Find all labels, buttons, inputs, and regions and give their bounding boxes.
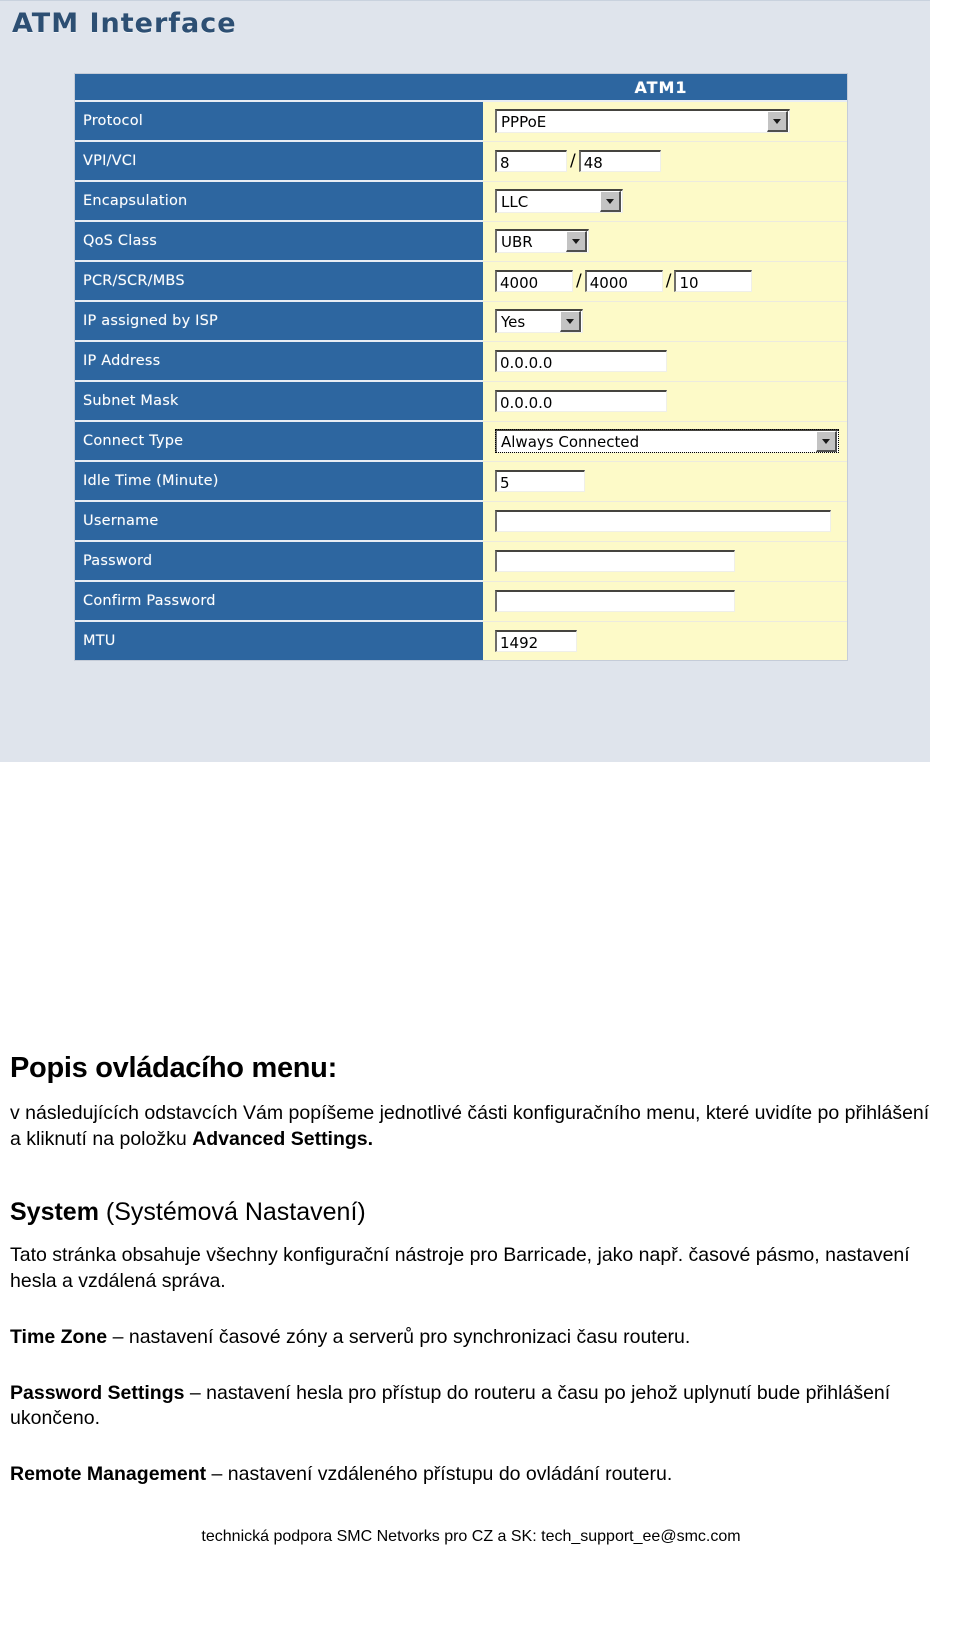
- row-label-protocol: Protocol: [75, 101, 483, 142]
- ip-address-input[interactable]: 0.0.0.0: [495, 350, 667, 372]
- confirm-password-input[interactable]: [495, 590, 735, 612]
- row-label-pcr-scr-mbs: PCR/SCR/MBS: [75, 261, 483, 302]
- table-row: Encapsulation LLC: [75, 181, 847, 222]
- slash-separator: /: [576, 271, 582, 291]
- row-value-qos-class: UBR: [483, 221, 847, 262]
- table-row: Connect Type Always Connected: [75, 421, 847, 462]
- atm-interface-table: ATM1 Protocol PPPoE VPI/VCI 8 / 48 Encap…: [75, 74, 847, 660]
- table-row: QoS Class UBR: [75, 221, 847, 262]
- table-row: IP assigned by ISP Yes: [75, 301, 847, 342]
- section-heading-term: System: [10, 1198, 99, 1227]
- row-value-idle-time: 5: [483, 461, 847, 502]
- ip-assigned-by-isp-select[interactable]: Yes: [495, 309, 583, 333]
- intro-bold-advanced-settings: Advanced Settings.: [192, 1127, 374, 1150]
- intro-text: v následujících odstavcích Vám popíšeme …: [10, 1102, 930, 1150]
- section-heading-system: System (Systémová Nastavení): [10, 1198, 932, 1227]
- column-header-atm1: ATM1: [483, 74, 847, 102]
- term-remote-management: Remote Management: [10, 1463, 207, 1486]
- connect-type-select-value: Always Connected: [501, 432, 640, 451]
- row-label-ip-address: IP Address: [75, 341, 483, 382]
- encapsulation-select-value: LLC: [501, 192, 529, 211]
- row-label-username: Username: [75, 501, 483, 542]
- row-label-mtu: MTU: [75, 621, 483, 660]
- table-row: Confirm Password: [75, 581, 847, 622]
- pcr-scr-mbs-group: 4000 / 4000 / 10: [495, 270, 839, 292]
- row-value-protocol: PPPoE: [483, 101, 847, 142]
- connect-type-select[interactable]: Always Connected: [495, 429, 839, 453]
- page-title: ATM Interface: [12, 8, 237, 39]
- vpi-vci-group: 8 / 48: [495, 150, 839, 172]
- term-time-zone: Time Zone: [10, 1325, 108, 1348]
- subnet-mask-input[interactable]: 0.0.0.0: [495, 390, 667, 412]
- qos-class-select[interactable]: UBR: [495, 229, 589, 253]
- desc-time-zone: – nastavení časové zóny a serverů pro sy…: [107, 1325, 691, 1348]
- table-row: Subnet Mask 0.0.0.0: [75, 381, 847, 422]
- list-item: Password Settings – nastavení hesla pro …: [10, 1381, 932, 1432]
- list-item: Remote Management – nastavení vzdáleného…: [10, 1462, 932, 1488]
- pcr-input[interactable]: 4000: [495, 270, 573, 292]
- section-paragraph: Tato stránka obsahuje všechny konfigurač…: [10, 1244, 910, 1293]
- username-input[interactable]: [495, 510, 831, 532]
- document-heading: Popis ovládacího menu:: [10, 1052, 337, 1084]
- slash-separator: /: [665, 271, 672, 291]
- mtu-input[interactable]: 1492: [495, 629, 577, 652]
- slash-separator: /: [570, 151, 576, 171]
- protocol-select-value: PPPoE: [501, 112, 547, 131]
- idle-time-input[interactable]: 5: [495, 470, 585, 492]
- table-header-row: ATM1: [75, 74, 847, 102]
- row-value-ip-assigned-by-isp: Yes: [483, 301, 847, 342]
- row-label-ip-assigned-by-isp: IP assigned by ISP: [75, 301, 483, 342]
- row-value-mtu: 1492: [483, 621, 847, 660]
- row-value-username: [483, 501, 847, 542]
- row-label-vpi-vci: VPI/VCI: [75, 141, 483, 182]
- protocol-select[interactable]: PPPoE: [495, 109, 790, 134]
- table-header-spacer: [75, 74, 483, 102]
- chevron-down-icon[interactable]: [767, 111, 788, 133]
- row-label-password: Password: [75, 541, 483, 582]
- table-row: Protocol PPPoE: [75, 101, 847, 142]
- row-label-qos-class: QoS Class: [75, 221, 483, 262]
- scr-input[interactable]: 4000: [584, 270, 663, 292]
- chevron-down-icon[interactable]: [600, 191, 621, 212]
- table-row: Idle Time (Minute) 5: [75, 461, 847, 502]
- row-label-encapsulation: Encapsulation: [75, 181, 483, 222]
- section-heading-translation: (Systémová Nastavení): [98, 1198, 366, 1227]
- encapsulation-select[interactable]: LLC: [495, 189, 623, 213]
- intro-paragraph: v následujících odstavcích Vám popíšeme …: [10, 1101, 932, 1152]
- row-value-pcr-scr-mbs: 4000 / 4000 / 10: [483, 261, 847, 302]
- table-row: Password: [75, 541, 847, 582]
- row-value-subnet-mask: 0.0.0.0: [483, 381, 847, 422]
- mbs-input[interactable]: 10: [674, 270, 753, 292]
- document-body: Popis ovládacího menu: v následujících o…: [0, 762, 960, 1546]
- table-row: MTU 1492: [75, 621, 847, 660]
- footer-support-note: technická podpora SMC Netvorks pro CZ a …: [201, 1527, 741, 1545]
- router-admin-screenshot: ATM Interface ATM1 Protocol PPPoE VPI/VC…: [0, 0, 930, 762]
- vpi-input[interactable]: 8: [495, 150, 567, 172]
- chevron-down-icon[interactable]: [560, 311, 581, 332]
- desc-remote-management: – nastavení vzdáleného přístupu do ovlád…: [206, 1463, 673, 1486]
- ip-assigned-by-isp-select-value: Yes: [501, 312, 526, 331]
- table-row: VPI/VCI 8 / 48: [75, 141, 847, 182]
- row-value-confirm-password: [483, 581, 847, 622]
- row-label-subnet-mask: Subnet Mask: [75, 381, 483, 422]
- row-value-encapsulation: LLC: [483, 181, 847, 222]
- chevron-down-icon[interactable]: [566, 231, 587, 252]
- vci-input[interactable]: 48: [578, 150, 661, 172]
- row-value-ip-address: 0.0.0.0: [483, 341, 847, 382]
- table-row: PCR/SCR/MBS 4000 / 4000 / 10: [75, 261, 847, 302]
- chevron-down-icon[interactable]: [816, 431, 837, 452]
- row-value-password: [483, 541, 847, 582]
- table-row: IP Address 0.0.0.0: [75, 341, 847, 382]
- password-input[interactable]: [495, 550, 735, 572]
- term-password-settings: Password Settings: [10, 1381, 185, 1404]
- row-label-idle-time: Idle Time (Minute): [75, 461, 483, 502]
- row-value-vpi-vci: 8 / 48: [483, 141, 847, 182]
- row-value-connect-type: Always Connected: [483, 421, 847, 462]
- qos-class-select-value: UBR: [501, 232, 533, 251]
- list-item: Time Zone – nastavení časové zóny a serv…: [10, 1325, 932, 1351]
- row-label-confirm-password: Confirm Password: [75, 581, 483, 622]
- row-label-connect-type: Connect Type: [75, 421, 483, 462]
- table-row: Username: [75, 501, 847, 542]
